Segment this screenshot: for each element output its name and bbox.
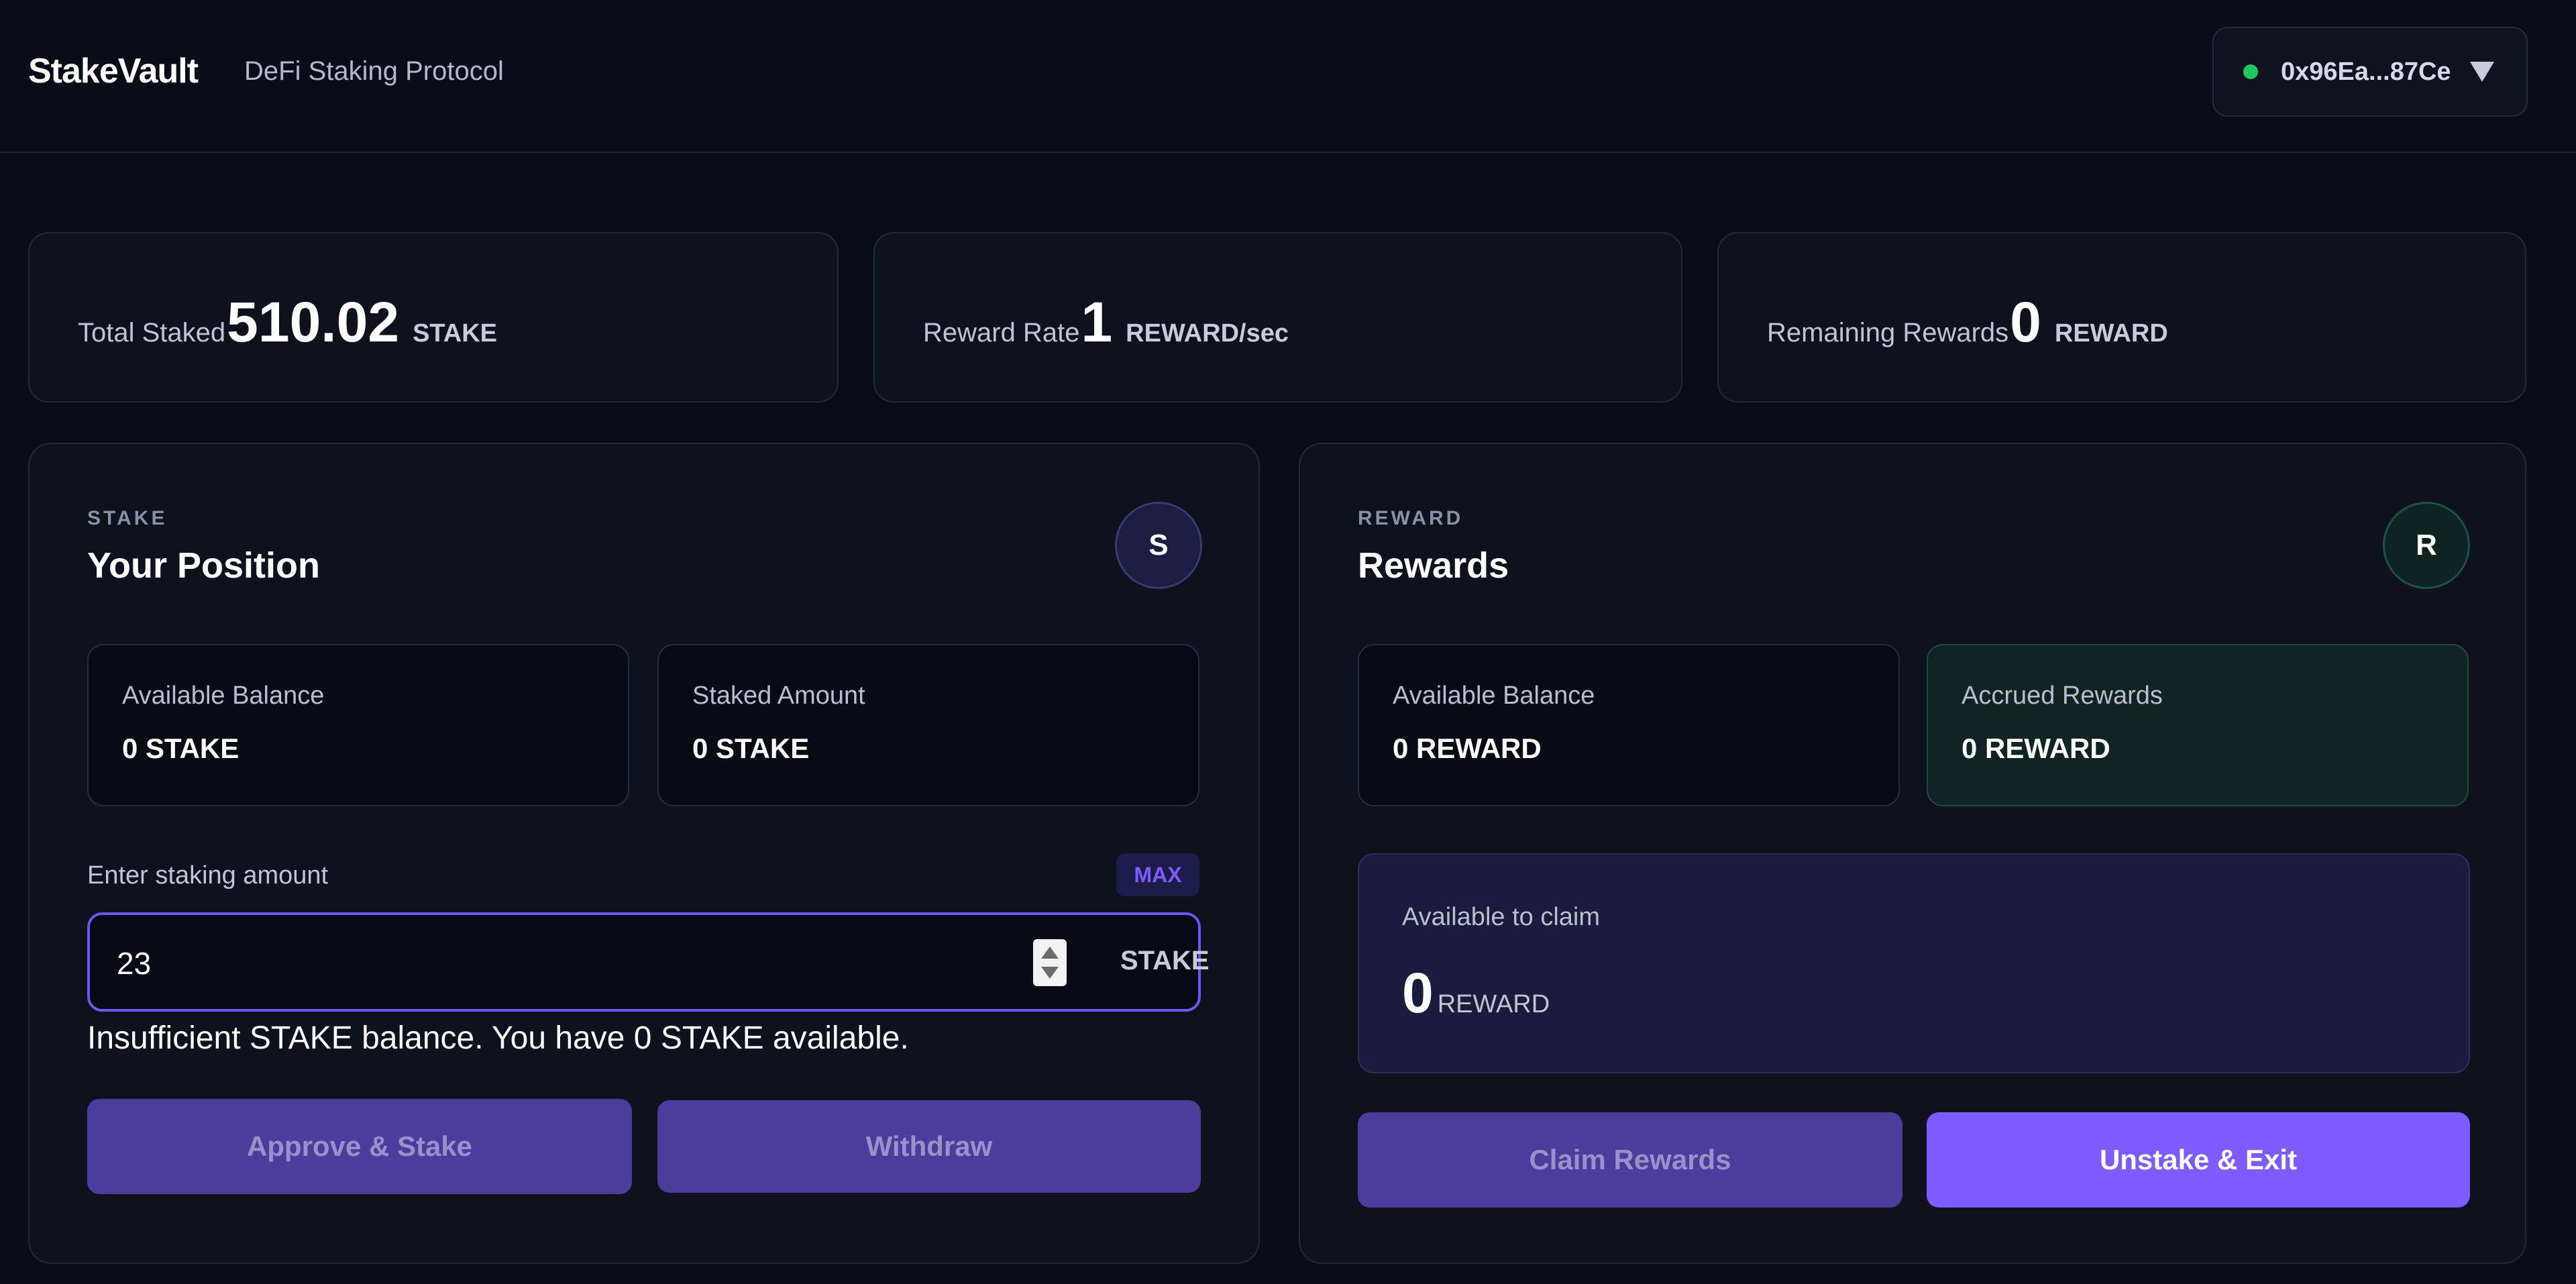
claim-unit: REWARD xyxy=(1437,990,1550,1018)
card-label: Accrued Rewards xyxy=(1962,682,2163,710)
card-label: Available Balance xyxy=(122,682,325,710)
stat-value: 510.02 xyxy=(227,290,400,354)
claimable-rewards-card: Available to claim 0 REWARD xyxy=(1358,853,2470,1073)
accrued-rewards-card: Accrued Rewards 0 REWARD xyxy=(1927,644,2469,806)
stat-card-remaining-rewards: Remaining Rewards 0 REWARD xyxy=(1717,232,2526,403)
card-value: 0 STAKE xyxy=(122,733,239,764)
stat-unit: STAKE xyxy=(413,319,498,347)
stat-label: Remaining Rewards xyxy=(1767,318,2009,347)
brand-tagline: DeFi Staking Protocol xyxy=(244,56,504,86)
claim-label: Available to claim xyxy=(1402,903,1601,931)
panel-eyebrow: STAKE xyxy=(87,507,168,529)
stat-unit: REWARD/sec xyxy=(1126,319,1289,347)
panel-title: Your Position xyxy=(87,545,320,586)
stat-unit: REWARD xyxy=(2054,319,2168,347)
stat-label: Total Staked xyxy=(78,318,226,347)
error-message: Insufficient STAKE balance. You have 0 S… xyxy=(87,1020,909,1056)
card-value: 0 REWARD xyxy=(1393,733,1542,764)
max-button[interactable]: MAX xyxy=(1116,853,1199,896)
panel-eyebrow: REWARD xyxy=(1358,507,1464,529)
amount-field[interactable]: STAKE xyxy=(87,912,1210,1012)
stepper-up-icon[interactable] xyxy=(1041,947,1059,959)
chevron-down-icon xyxy=(2469,62,2494,82)
unstake-exit-button[interactable]: Unstake & Exit xyxy=(1927,1112,2470,1208)
panel-title: Rewards xyxy=(1358,545,1509,586)
stat-value: 0 xyxy=(2010,290,2041,354)
card-label: Staked Amount xyxy=(692,682,865,710)
claim-rewards-button[interactable]: Claim Rewards xyxy=(1358,1112,1902,1208)
rewards-panel: REWARD Rewards R Available Balance 0 REW… xyxy=(1299,443,2526,1264)
stat-label: Reward Rate xyxy=(923,318,1080,347)
card-value: 0 REWARD xyxy=(1962,733,2110,764)
approve-stake-button[interactable]: Approve & Stake xyxy=(87,1099,632,1194)
available-balance-card: Available Balance 0 STAKE xyxy=(87,644,629,806)
number-stepper[interactable] xyxy=(1033,939,1067,986)
card-value: 0 STAKE xyxy=(692,733,810,764)
stepper-down-icon[interactable] xyxy=(1041,966,1059,979)
stake-panel: STAKE Your Position S Available Balance … xyxy=(28,443,1260,1264)
amount-unit: STAKE xyxy=(1120,946,1210,975)
wallet-address: 0x96Ea...87Ce xyxy=(2281,57,2451,86)
connected-status-dot xyxy=(2243,64,2258,79)
amount-input[interactable] xyxy=(117,938,989,989)
reward-token-badge: R xyxy=(2383,502,2470,589)
reward-balance-card: Available Balance 0 REWARD xyxy=(1358,644,1900,806)
staked-amount-card: Staked Amount 0 STAKE xyxy=(657,644,1199,806)
withdraw-button[interactable]: Withdraw xyxy=(657,1100,1201,1193)
wallet-button[interactable]: 0x96Ea...87Ce xyxy=(2212,27,2528,117)
top-bar: StakeVault DeFi Staking Protocol 0x96Ea.… xyxy=(0,0,2576,153)
stat-value: 1 xyxy=(1081,290,1113,354)
claim-value: 0 xyxy=(1402,961,1434,1024)
brand-logo[interactable]: StakeVault xyxy=(28,51,199,91)
amount-field-label: Enter staking amount xyxy=(87,861,329,890)
card-label: Available Balance xyxy=(1393,682,1595,710)
stat-card-total-staked: Total Staked 510.02 STAKE xyxy=(28,232,839,403)
stat-card-reward-rate: Reward Rate 1 REWARD/sec xyxy=(873,232,1682,403)
app-root: StakeVault DeFi Staking Protocol 0x96Ea.… xyxy=(0,0,2576,1284)
stake-token-badge: S xyxy=(1115,502,1202,589)
